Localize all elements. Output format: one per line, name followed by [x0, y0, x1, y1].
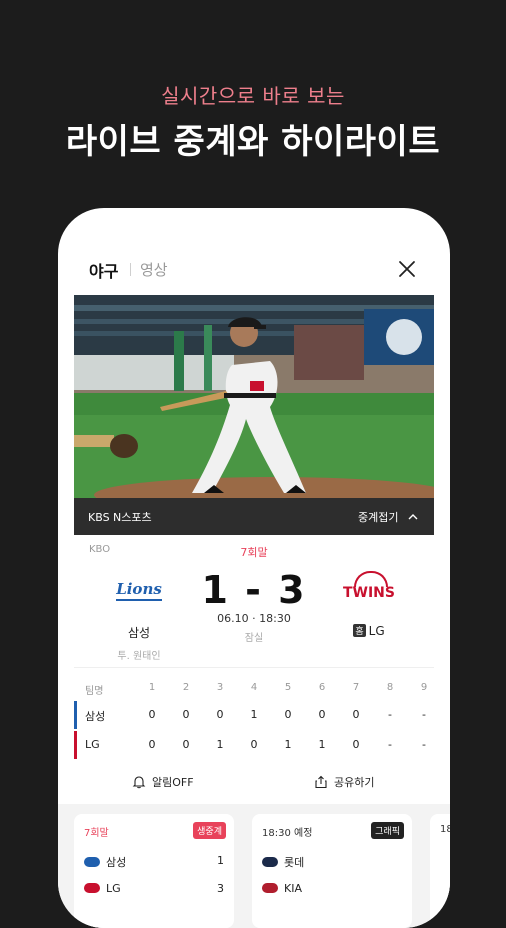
line-score-table: 팀명 1 2 3 4 5 6 7 8 9 삼성 0 0 0 1 0 0 0 - … [74, 674, 434, 760]
inning-header: 8 [386, 682, 394, 693]
score-cell: - [388, 738, 392, 751]
game-card[interactable]: 18:30 예정 그래픽 롯데 KIA [252, 814, 412, 928]
video-info-bar: KBS N스포츠 중계접기 [74, 498, 434, 535]
lotte-mini-logo [262, 857, 278, 867]
home-pitcher: 투. 원태인 [117, 651, 161, 662]
game-card-team: LG [106, 882, 121, 895]
home-badge: 홈 [353, 624, 366, 637]
game-card-team-row: 롯데 [262, 854, 402, 876]
lg-mini-logo [84, 883, 100, 893]
phone-screen: 야구 영상 KBS N스포츠 중계접기 KBO 7회말 Lions 삼성 투. … [58, 208, 450, 928]
game-card-team: 롯데 [284, 856, 305, 869]
tab-divider [130, 263, 131, 276]
table-row: 삼성 0 0 0 1 0 0 0 - - [74, 700, 434, 730]
score-cell: 0 [182, 708, 190, 721]
game-card-team: 삼성 [106, 856, 127, 869]
game-card-status: 18:30 예정 [262, 828, 313, 839]
notification-toggle-button[interactable]: 알림OFF [132, 774, 194, 790]
score-cell: 0 [352, 738, 360, 751]
game-card-team-row: LG 3 [84, 882, 224, 904]
row-team-name: 삼성 [85, 710, 106, 723]
score-cell: 0 [148, 708, 156, 721]
score-cell: 0 [352, 708, 360, 721]
game-card-status: 7회말 [84, 828, 109, 839]
row-team-name: LG [85, 738, 100, 751]
game-actions: 알림OFF 공유하기 [74, 764, 434, 800]
inning-header: 1 [148, 682, 156, 693]
collapse-label: 중계접기 [358, 511, 399, 524]
inning-header: 7 [352, 682, 360, 693]
game-card[interactable]: 18 [430, 814, 450, 928]
inning-header: 4 [250, 682, 258, 693]
divider [74, 667, 434, 668]
game-card-team: KIA [284, 882, 302, 895]
game-card[interactable]: 7회말 생중계 삼성 1 LG 3 [74, 814, 234, 928]
score-cell: 1 [318, 738, 326, 751]
graphic-badge: 그래픽 [371, 822, 404, 839]
away-team-name: 홈 LG [314, 624, 424, 638]
inning-status: 7회말 [240, 546, 268, 559]
promo-subtitle: 실시간으로 바로 보는 [161, 84, 345, 108]
table-row: LG 0 0 1 0 1 1 0 - - [74, 730, 434, 760]
twins-logo: TWINS [314, 570, 424, 610]
team-column-header: 팀명 [85, 686, 104, 697]
score-cell: 0 [148, 738, 156, 751]
score-cell: 0 [250, 738, 258, 751]
score-cell: 0 [182, 738, 190, 751]
score-cell: 0 [284, 708, 292, 721]
bell-icon [132, 776, 146, 789]
inning-header: 6 [318, 682, 326, 693]
live-badge: 생중계 [193, 822, 226, 839]
score-cell: 1 [284, 738, 292, 751]
twins-logo-text: TWINS [342, 585, 395, 601]
share-icon [315, 775, 327, 789]
team-color-bar [74, 731, 77, 759]
score-cell: 0 [318, 708, 326, 721]
inning-header: 9 [420, 682, 428, 693]
app-header: 야구 영상 [74, 258, 434, 282]
phone-frame: 야구 영상 KBS N스포츠 중계접기 KBO 7회말 Lions 삼성 투. … [58, 208, 450, 928]
score-cell: - [422, 738, 426, 751]
away-team-label: LG [368, 624, 385, 638]
share-button[interactable]: 공유하기 [314, 774, 374, 790]
line-score-header: 팀명 1 2 3 4 5 6 7 8 9 [74, 674, 434, 700]
score-cell: 0 [216, 708, 224, 721]
notification-label: 알림OFF [152, 776, 194, 789]
game-card-status: 18 [440, 824, 450, 835]
game-card-score: 1 [217, 854, 224, 867]
collapse-broadcast-button[interactable]: 중계접기 [358, 509, 418, 525]
inning-header: 5 [284, 682, 292, 693]
chevron-up-icon [408, 514, 418, 520]
game-card-score: 3 [217, 882, 224, 895]
score-cell: - [422, 708, 426, 721]
score-cell: 1 [216, 738, 224, 751]
game-card-team-row: KIA [262, 882, 402, 904]
kia-mini-logo [262, 883, 278, 893]
score-cell: - [388, 708, 392, 721]
tab-video[interactable]: 영상 [140, 259, 168, 280]
tab-baseball[interactable]: 야구 [89, 258, 118, 282]
team-color-bar [74, 701, 77, 729]
samsung-mini-logo [84, 857, 100, 867]
broadcaster-label: KBS N스포츠 [88, 511, 152, 524]
game-card-team-row: 삼성 1 [84, 854, 224, 876]
inning-header: 2 [182, 682, 190, 693]
live-video-player[interactable] [74, 295, 434, 498]
away-team[interactable]: TWINS 홈 LG [314, 570, 424, 638]
close-icon[interactable] [398, 260, 416, 278]
inning-header: 3 [216, 682, 224, 693]
share-label: 공유하기 [334, 776, 375, 789]
promo-title: 라이브 중계와 하이라이트 [65, 122, 441, 162]
score-cell: 1 [250, 708, 258, 721]
